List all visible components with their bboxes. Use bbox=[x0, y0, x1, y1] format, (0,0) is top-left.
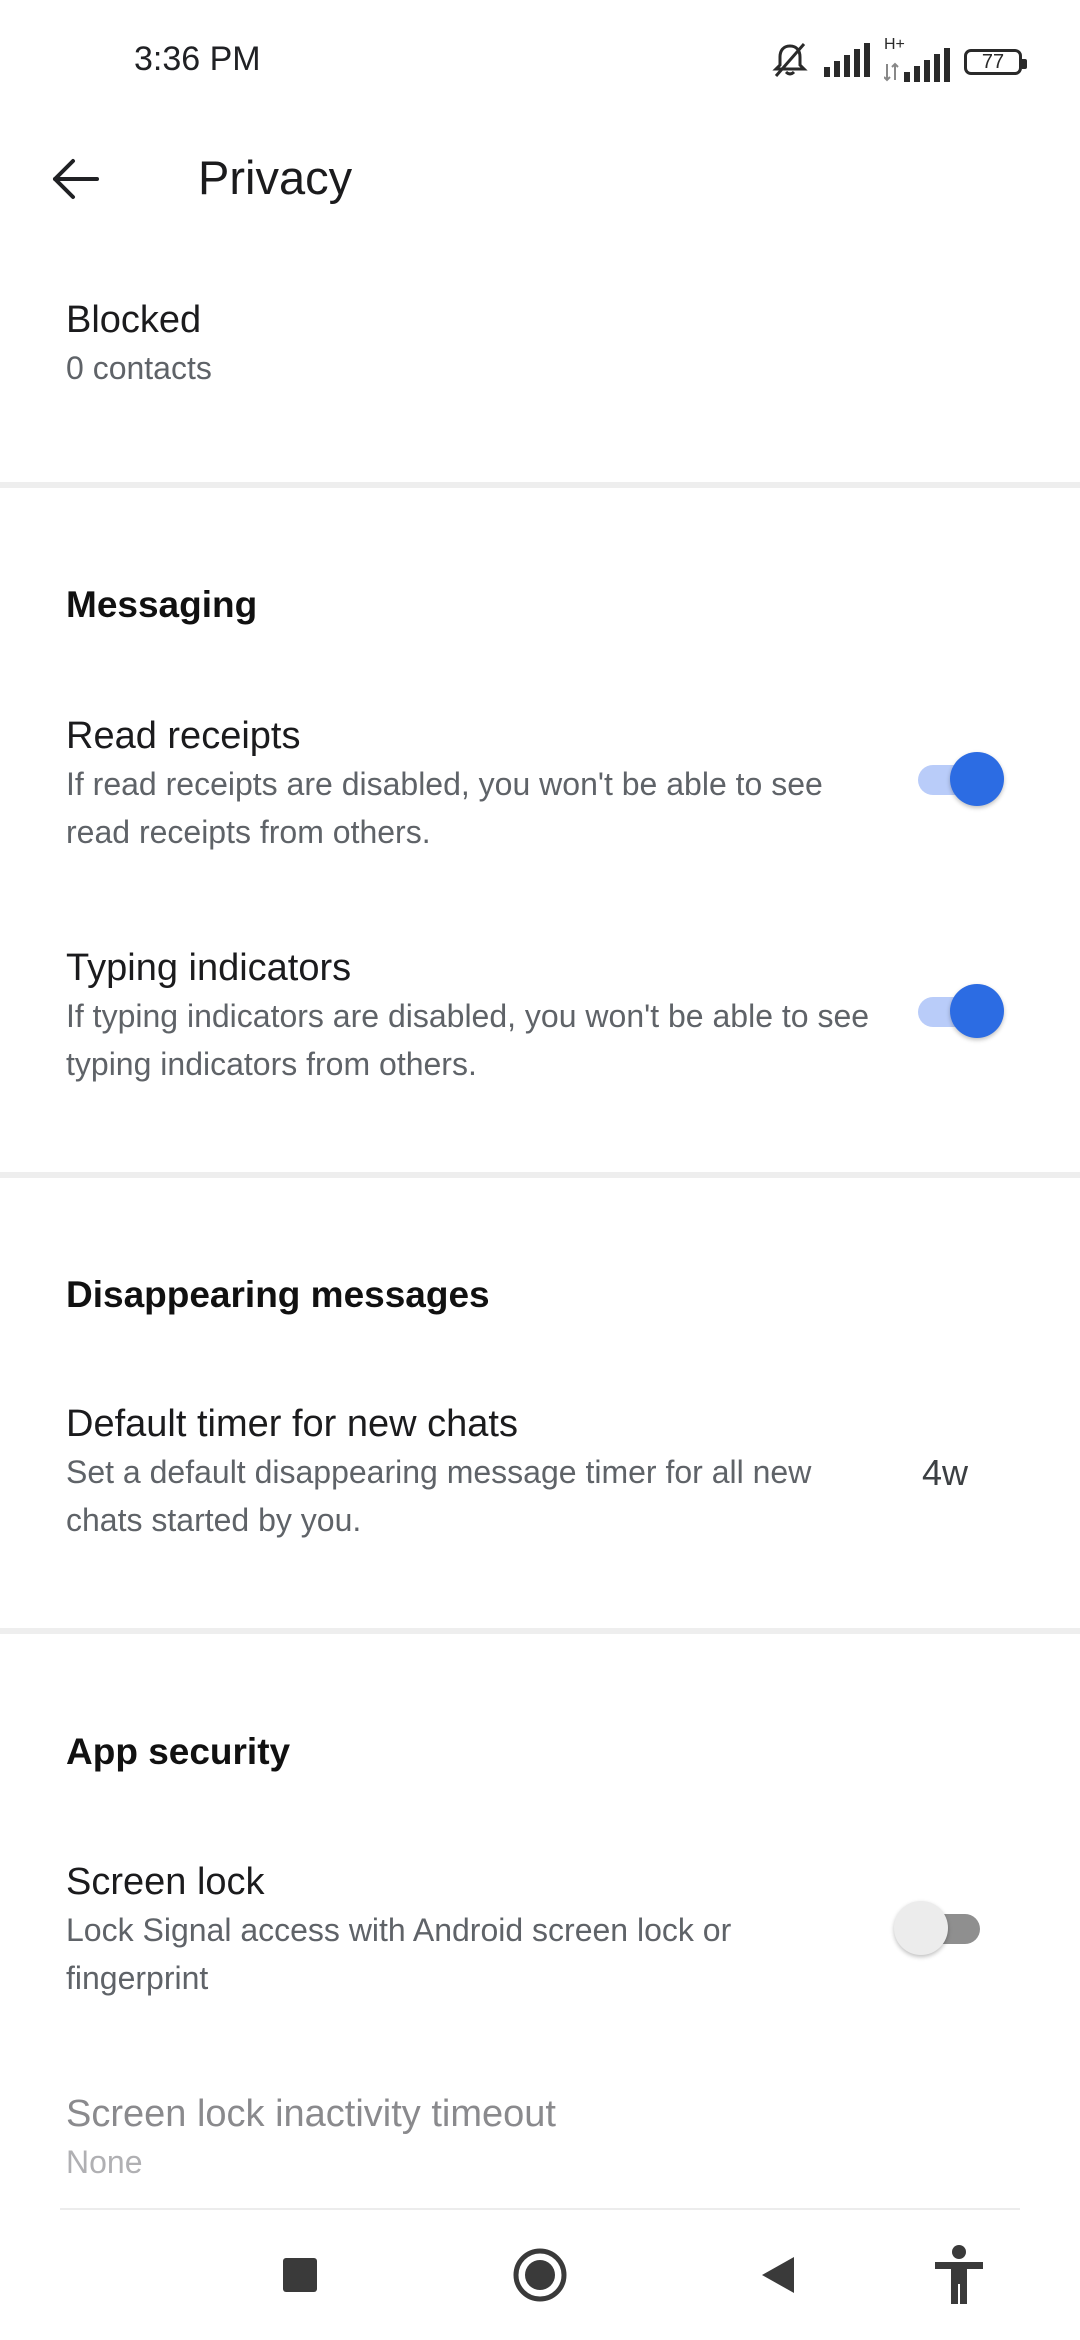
inactivity-timeout-value: None bbox=[66, 2144, 143, 2180]
back-triangle-icon bbox=[762, 2257, 794, 2293]
typing-indicators-switch[interactable] bbox=[912, 984, 1004, 1038]
inactivity-timeout-row[interactable]: Screen lock inactivity timeout None bbox=[0, 2090, 1080, 2186]
typing-indicators-description: If typing indicators are disabled, you w… bbox=[66, 998, 870, 1082]
recents-square-icon bbox=[283, 2258, 317, 2292]
blocked-title: Blocked bbox=[66, 299, 202, 341]
inactivity-timeout-title: Screen lock inactivity timeout bbox=[66, 2093, 556, 2135]
typing-indicators-title: Typing indicators bbox=[66, 947, 352, 989]
status-time: 3:36 PM bbox=[134, 40, 261, 78]
section-divider bbox=[0, 1628, 1080, 1634]
recents-button[interactable] bbox=[255, 2230, 345, 2320]
read-receipts-switch[interactable] bbox=[912, 752, 1004, 806]
signal-h-plus-icon: H+ bbox=[884, 36, 952, 82]
default-timer-description: Set a default disappearing message timer… bbox=[66, 1454, 812, 1538]
switch-thumb bbox=[950, 984, 1004, 1038]
page-title: Privacy bbox=[198, 151, 353, 204]
arrow-left-icon bbox=[53, 159, 99, 199]
bell-off-icon bbox=[770, 40, 810, 85]
messaging-header: Messaging bbox=[66, 584, 258, 625]
accessibility-button[interactable] bbox=[914, 2230, 1004, 2320]
read-receipts-description: If read receipts are disabled, you won't… bbox=[66, 766, 823, 850]
switch-thumb bbox=[950, 752, 1004, 806]
default-timer-title: Default timer for new chats bbox=[66, 1403, 518, 1445]
default-timer-row[interactable]: Default timer for new chats Set a defaul… bbox=[0, 1400, 1080, 1544]
blocked-row[interactable]: Blocked 0 contacts bbox=[0, 296, 1080, 416]
battery-level: 77 bbox=[981, 50, 1005, 73]
back-button[interactable] bbox=[30, 134, 120, 224]
section-divider bbox=[0, 482, 1080, 488]
nav-divider bbox=[60, 2208, 1020, 2210]
screen-lock-description: Lock Signal access with Android screen l… bbox=[66, 1912, 732, 1996]
read-receipts-title: Read receipts bbox=[66, 715, 301, 757]
disappearing-header: Disappearing messages bbox=[66, 1274, 490, 1315]
blocked-subtitle: 0 contacts bbox=[66, 350, 212, 386]
home-circle-icon bbox=[513, 2248, 567, 2302]
accessibility-icon bbox=[935, 2245, 983, 2304]
status-icons: H+ 77 bbox=[770, 36, 1027, 85]
battery-icon: 77 bbox=[964, 49, 1027, 75]
screen-lock-title: Screen lock bbox=[66, 1861, 265, 1903]
nav-back-button[interactable] bbox=[733, 2230, 823, 2320]
app-security-header: App security bbox=[66, 1731, 291, 1772]
home-button[interactable] bbox=[495, 2230, 585, 2320]
default-timer-value: 4w bbox=[922, 1452, 969, 1493]
signal-icon bbox=[822, 42, 872, 82]
screen-lock-switch[interactable] bbox=[894, 1901, 986, 1955]
switch-thumb bbox=[894, 1901, 948, 1955]
section-divider bbox=[0, 1172, 1080, 1178]
